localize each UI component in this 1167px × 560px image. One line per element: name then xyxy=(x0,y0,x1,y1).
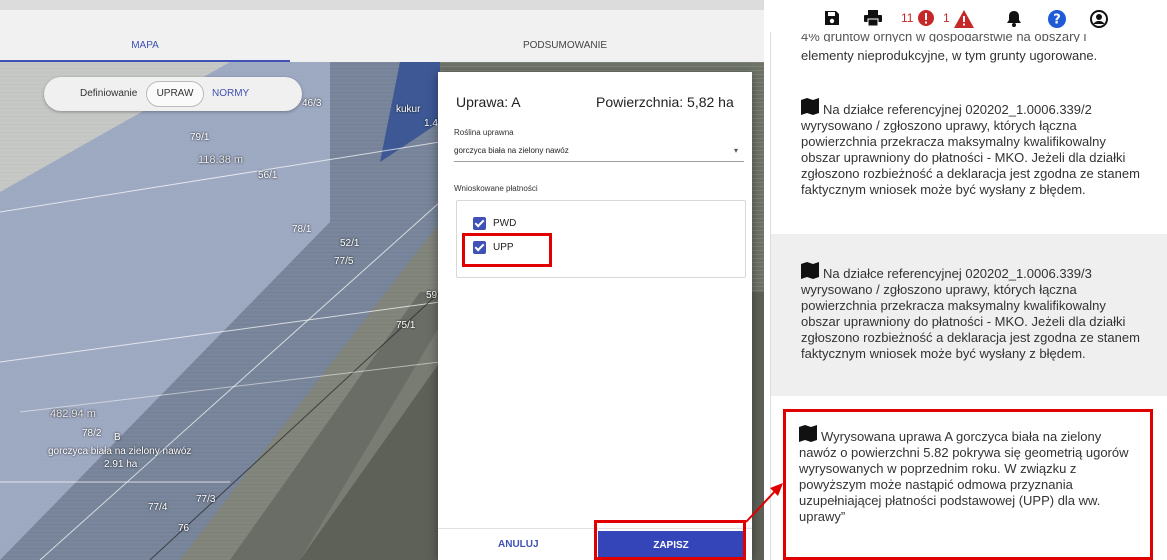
crop-area: Powierzchnia: 5,82 ha xyxy=(596,94,734,110)
error-count: 11 xyxy=(901,11,914,25)
distance-label: 118.38 m xyxy=(198,154,244,166)
map-icon xyxy=(801,98,819,115)
svg-text:?: ? xyxy=(1053,13,1061,28)
parcel-label: kukur xyxy=(396,104,421,115)
tab-podsumowanie[interactable]: PODSUMOWANIE xyxy=(430,10,700,62)
definition-mode-toggle: Definiowanie UPRAW NORMY xyxy=(44,77,302,111)
cancel-button[interactable]: ANULUJ xyxy=(498,539,539,550)
bell-icon[interactable] xyxy=(1006,10,1022,28)
crop-select-value: gorczyca biała na zielony nawóz xyxy=(454,146,569,155)
map-icon xyxy=(801,262,819,279)
map-application: MAPA PODSUMOWANIE 46/3 kukur 1.47 79/1 1… xyxy=(0,0,764,560)
checkbox-checked-icon xyxy=(473,217,486,230)
tab-bar: MAPA PODSUMOWANIE xyxy=(0,10,764,62)
parcel-label: 78/1 xyxy=(292,224,312,235)
parcel-label: 52/1 xyxy=(340,238,360,249)
warning-icon[interactable] xyxy=(954,10,974,28)
toggle-upraw-button[interactable]: UPRAW xyxy=(146,81,204,107)
chevron-down-icon: ▾ xyxy=(733,146,738,155)
parcel-label: 46/3 xyxy=(302,98,322,109)
message-card[interactable]: Na działce referencyjnej 020202_1.0006.3… xyxy=(771,94,1167,212)
message-text: 4% gruntów ornych w gospodarstwie na obs… xyxy=(801,34,1087,42)
message-card[interactable]: Na działce referencyjnej 020202_1.0006.3… xyxy=(771,234,1167,396)
save-icon[interactable] xyxy=(824,10,840,28)
message-text: Na działce referencyjnej 020202_1.0006.3… xyxy=(801,266,1140,361)
message-card-partial: 4% gruntów ornych w gospodarstwie na obs… xyxy=(771,34,1167,64)
top-toolbar: 11 1 ? xyxy=(808,4,1167,32)
user-account-icon[interactable] xyxy=(1090,10,1108,28)
crop-label: 2.91 ha xyxy=(104,459,138,470)
message-text: elementy nieprodukcyjne, w tym grunty ug… xyxy=(801,48,1098,63)
parcel-label: 79/1 xyxy=(190,132,210,143)
crop-label: gorczyca biała na zielony nawóz xyxy=(48,446,192,457)
message-text: Na działce referencyjnej 020202_1.0006.3… xyxy=(801,102,1140,197)
crop-dialog: Uprawa: A Powierzchnia: 5,82 ha Roślina … xyxy=(438,72,752,560)
parcel-label: 75/1 xyxy=(396,320,416,331)
print-icon[interactable] xyxy=(864,10,882,28)
tab-mapa[interactable]: MAPA xyxy=(0,10,290,62)
parcel-label: 77/5 xyxy=(334,256,354,267)
parcel-label: 77/4 xyxy=(148,502,168,513)
parcel-label: 56/1 xyxy=(258,170,278,181)
crop-select[interactable]: gorczyca biała na zielony nawóz ▾ xyxy=(454,146,744,162)
parcel-label: 76 xyxy=(178,523,190,534)
highlight-upp-box xyxy=(462,233,552,267)
payment-checkbox-pwd[interactable]: PWD xyxy=(473,217,516,230)
parcel-label: 59 xyxy=(426,290,438,301)
payments-label: Wnioskowane płatności xyxy=(454,184,538,193)
toggle-normy-button[interactable]: NORMY xyxy=(212,88,249,99)
help-icon[interactable]: ? xyxy=(1048,10,1066,28)
highlight-save-box xyxy=(594,520,746,560)
dialog-header: Uprawa: A Powierzchnia: 5,82 ha xyxy=(456,94,748,110)
parcel-label: 78/2 xyxy=(82,428,102,439)
toggle-label: Definiowanie xyxy=(80,88,138,99)
dialog-title: Uprawa: A xyxy=(456,94,521,110)
distance-label: 482.94 m xyxy=(50,408,96,420)
error-icon[interactable] xyxy=(918,10,934,28)
crop-label: B xyxy=(114,432,121,443)
crop-field-label: Roślina uprawna xyxy=(454,128,514,137)
parcel-label: 77/3 xyxy=(196,494,216,505)
highlight-message-box xyxy=(783,409,1153,560)
warning-count: 1 xyxy=(943,11,950,25)
